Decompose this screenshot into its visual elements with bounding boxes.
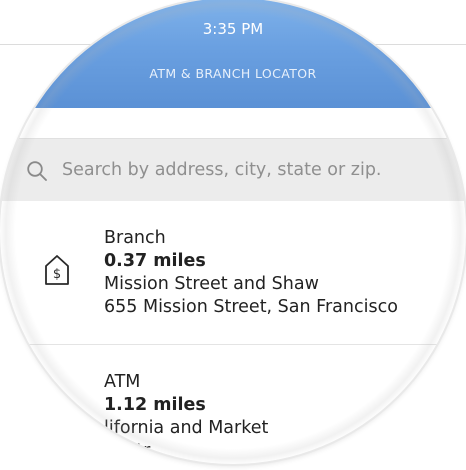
search-bar[interactable] [0,138,466,202]
location-address: ia Str [104,441,151,461]
location-distance: 0.37 miles [104,251,206,271]
atm-details: ATM 1.12 miles lifornia and Market ia St… [104,371,268,463]
list-item-branch[interactable]: $ Branch 0.37 miles Mission Street and S… [0,201,466,345]
location-type: Branch [104,228,166,248]
magnifier-lens: 3:35 PM ATM & BRANCH LOCATOR $ Branch 0.… [0,0,466,464]
location-name: lifornia and Market [104,418,269,438]
svg-text:$: $ [53,267,61,282]
search-icon [27,161,47,181]
results-list: $ Branch 0.37 miles Mission Street and S… [0,201,466,464]
search-input[interactable] [62,151,442,189]
page-title: ATM & BRANCH LOCATOR [149,66,317,81]
location-type: ATM [104,372,141,392]
location-name: Mission Street and Shaw [104,274,319,294]
branch-dollar-icon: $ [45,255,69,285]
branch-details: Branch 0.37 miles Mission Street and Sha… [104,227,398,319]
location-distance: 1.12 miles [104,395,206,415]
status-bar-time: 3:35 PM [202,20,264,38]
header-spacer [0,108,466,138]
location-address: 655 Mission Street, San Francisco [104,297,398,317]
list-item-atm[interactable]: ATM 1.12 miles lifornia and Market ia St… [0,345,466,464]
app-header: 3:35 PM ATM & BRANCH LOCATOR [0,0,466,108]
